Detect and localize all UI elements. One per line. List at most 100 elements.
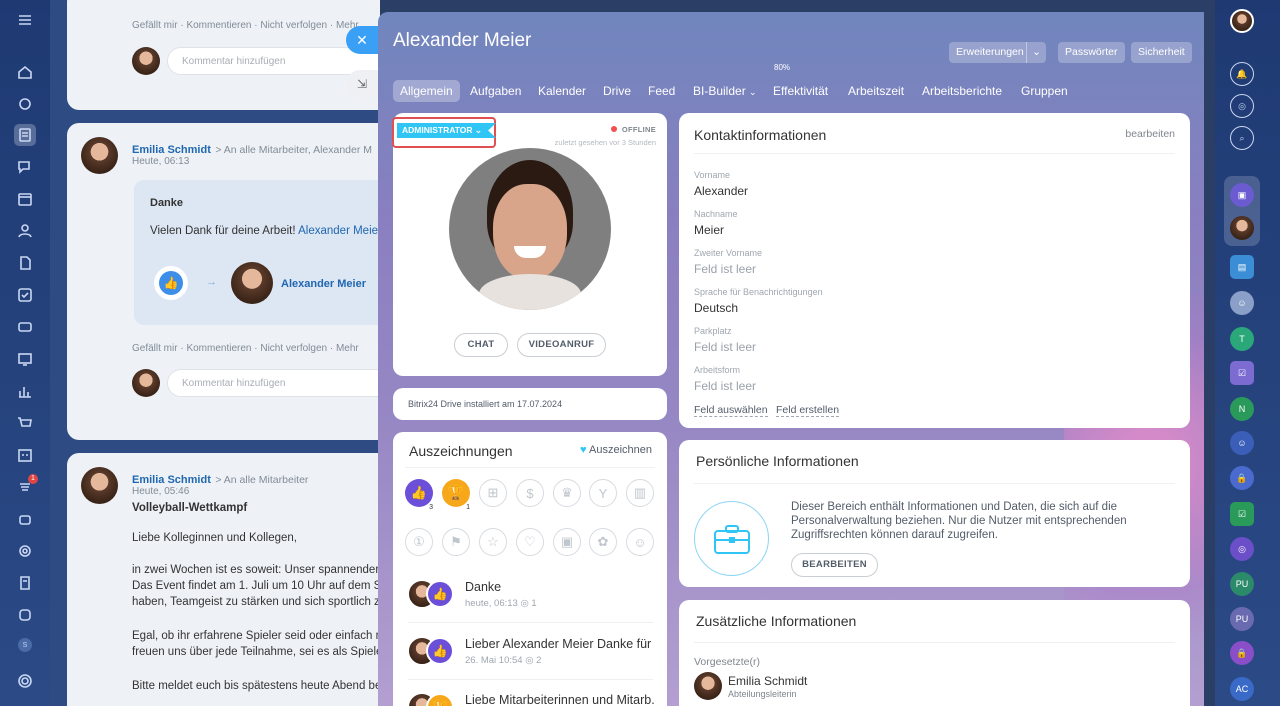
- s-icon[interactable]: S: [18, 638, 32, 652]
- recipient-name[interactable]: Alexander Meier: [281, 278, 366, 290]
- field-value[interactable]: Alexander: [694, 184, 748, 198]
- crown-icon[interactable]: ♛: [553, 479, 581, 507]
- extensions-button[interactable]: Erweiterungen ⌄: [949, 42, 1046, 63]
- chat-avatar-t[interactable]: T: [1230, 327, 1254, 351]
- heart-icon[interactable]: ♡: [516, 528, 544, 556]
- feed-icon[interactable]: [14, 124, 36, 146]
- post-actions[interactable]: Gefällt mir · Kommentieren · Nicht verfo…: [132, 343, 359, 354]
- field-value[interactable]: Meier: [694, 223, 724, 237]
- profile-photo[interactable]: [449, 148, 611, 310]
- trophy-icon[interactable]: 🏆 1: [442, 479, 472, 511]
- cake-icon[interactable]: ▥: [626, 479, 654, 507]
- analytics-icon[interactable]: [14, 380, 36, 402]
- post-author[interactable]: Emilia Schmidt: [132, 474, 211, 486]
- close-button[interactable]: ✕: [346, 26, 378, 54]
- chat-avatar-pu[interactable]: PU: [1230, 572, 1254, 596]
- thumbs-up-icon[interactable]: 👍 3: [405, 479, 435, 511]
- comment-input[interactable]: Kommentar hinzufügen: [167, 47, 380, 75]
- store-icon[interactable]: [14, 604, 36, 626]
- crm-icon[interactable]: [14, 316, 36, 338]
- security-button[interactable]: Sicherheit: [1131, 42, 1192, 63]
- chat-avatar[interactable]: [1230, 216, 1254, 240]
- select-field-link[interactable]: Feld auswählen: [694, 404, 768, 417]
- status-badge: OFFLINE: [610, 125, 656, 134]
- role-badge[interactable]: ADMINISTRATOR ⌄: [397, 123, 497, 138]
- user-avatar[interactable]: [1230, 9, 1254, 33]
- notification-icon[interactable]: 1: [14, 474, 38, 498]
- doc-icon[interactable]: [14, 252, 36, 274]
- flower-icon[interactable]: ✿: [589, 528, 617, 556]
- bell-icon[interactable]: 🔔: [1230, 62, 1254, 86]
- chat-avatar-n[interactable]: N: [1230, 397, 1254, 421]
- number-one-icon[interactable]: ①: [405, 528, 433, 556]
- smile-icon[interactable]: ☺: [626, 528, 654, 556]
- star-icon[interactable]: ☆: [479, 528, 507, 556]
- booking-icon[interactable]: [14, 444, 36, 466]
- mention-link[interactable]: Alexander Meie: [298, 225, 378, 237]
- post-author[interactable]: Emilia Schmidt: [132, 144, 211, 156]
- cocktail-icon[interactable]: Y: [589, 479, 617, 507]
- tasks-icon[interactable]: ☑: [1230, 361, 1254, 385]
- chevron-down-icon[interactable]: ⌄: [1026, 42, 1046, 63]
- chat-avatar-pu[interactable]: PU: [1230, 607, 1254, 631]
- tab-drive[interactable]: Drive: [596, 80, 638, 102]
- tab-bi-builder[interactable]: BI-Builder ⌄: [686, 80, 764, 102]
- award-message[interactable]: 👍 Danke heute, 06:13 ◎ 1: [408, 580, 653, 620]
- tab-general[interactable]: Allgemein: [393, 80, 460, 102]
- tab-efficiency[interactable]: Effektivität: [766, 80, 835, 102]
- lock-icon[interactable]: 🔒: [1230, 641, 1254, 665]
- robot-icon[interactable]: [14, 508, 36, 530]
- field-value[interactable]: Feld ist leer: [694, 262, 756, 276]
- field-value[interactable]: Feld ist leer: [694, 379, 756, 393]
- tab-calendar[interactable]: Kalender: [531, 80, 593, 102]
- sites-icon[interactable]: [14, 348, 36, 370]
- chat-avatar-ac[interactable]: AC: [1230, 677, 1254, 701]
- calendar-icon[interactable]: [14, 188, 36, 210]
- group-chat-icon[interactable]: ☺: [1230, 291, 1254, 315]
- field-value[interactable]: Deutsch: [694, 301, 738, 315]
- tab-work-reports[interactable]: Arbeitsberichte: [915, 80, 1009, 102]
- comment-input[interactable]: Kommentar hinzufügen: [167, 369, 380, 397]
- bot-icon[interactable]: [14, 93, 36, 115]
- award-button[interactable]: ♥ Auszeichnen: [580, 444, 652, 456]
- flag-icon[interactable]: ⚑: [442, 528, 470, 556]
- team-icon[interactable]: ☺: [1230, 431, 1254, 455]
- money-bag-icon[interactable]: $: [516, 479, 544, 507]
- tasks-icon[interactable]: [14, 284, 36, 306]
- target-icon[interactable]: ◎: [1230, 537, 1254, 561]
- menu-icon[interactable]: [14, 9, 36, 31]
- chat-icon[interactable]: ▤: [1230, 255, 1254, 279]
- award-message[interactable]: 👍 Lieber Alexander Meier Danke für ... 2…: [408, 637, 655, 677]
- home-icon[interactable]: [14, 61, 36, 83]
- edit-button[interactable]: BEARBEITEN: [791, 553, 878, 577]
- create-field-link[interactable]: Feld erstellen: [776, 404, 840, 417]
- copilot-icon[interactable]: ◎: [1230, 94, 1254, 118]
- gift-icon[interactable]: ⊞: [479, 479, 507, 507]
- shop-icon[interactable]: [14, 412, 36, 434]
- award-message[interactable]: 🏆 Liebe Mitarbeiterinnen und Mitarb...: [408, 693, 655, 706]
- target-icon[interactable]: [14, 540, 36, 562]
- feed-post: Gefällt mir · Kommentieren · Nicht verfo…: [67, 0, 380, 110]
- beer-icon[interactable]: ▣: [553, 528, 581, 556]
- tab-tasks[interactable]: Aufgaben: [463, 80, 528, 102]
- app-icon[interactable]: ▣: [1230, 183, 1254, 207]
- passwords-button[interactable]: Passwörter: [1058, 42, 1125, 63]
- field-value[interactable]: Feld ist leer: [694, 340, 756, 354]
- check-icon[interactable]: ☑: [1230, 502, 1254, 526]
- chat-button[interactable]: CHAT: [454, 333, 508, 357]
- edit-link[interactable]: bearbeiten: [1125, 128, 1175, 140]
- chat-icon[interactable]: [14, 156, 36, 178]
- group-icon[interactable]: [14, 220, 36, 242]
- video-call-button[interactable]: VIDEOANRUF: [517, 333, 606, 357]
- search-icon[interactable]: ⌕: [1230, 126, 1254, 150]
- avatar: [694, 672, 722, 700]
- tab-feed[interactable]: Feed: [641, 80, 682, 102]
- tab-groups[interactable]: Gruppen: [1014, 80, 1075, 102]
- invoice-icon[interactable]: [14, 572, 36, 594]
- post-actions[interactable]: Gefällt mir · Kommentieren · Nicht verfo…: [132, 20, 359, 31]
- supervisor-name[interactable]: Emilia Schmidt: [728, 674, 807, 688]
- settings-icon[interactable]: [14, 670, 36, 692]
- minimize-icon[interactable]: ⇲: [346, 70, 378, 98]
- tab-worktime[interactable]: Arbeitszeit: [841, 80, 911, 102]
- lock-icon[interactable]: 🔒: [1230, 466, 1254, 490]
